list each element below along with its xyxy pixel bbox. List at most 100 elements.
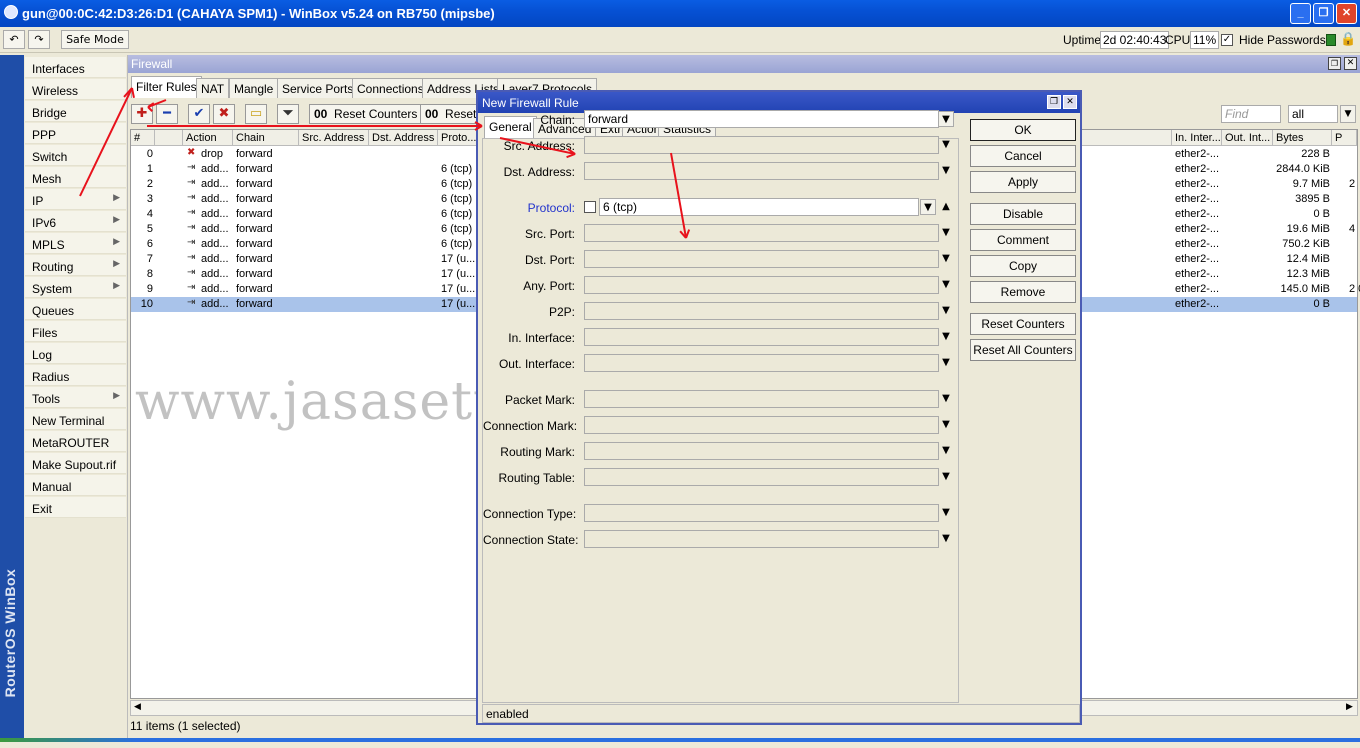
filter-select[interactable]: all: [1288, 105, 1338, 123]
connection-mark-dropdown-icon[interactable]: ▼: [938, 417, 954, 433]
hide-passwords-checkbox[interactable]: ✓: [1221, 34, 1233, 46]
tab-filter-rules[interactable]: Filter Rules: [131, 76, 202, 98]
sidebar-item[interactable]: Routing ▶: [25, 255, 126, 276]
connection-state-dropdown-icon[interactable]: ▼: [938, 531, 954, 547]
close-button[interactable]: ✕: [1336, 3, 1357, 24]
sidebar-item[interactable]: Log: [25, 343, 126, 364]
collapse-up-icon[interactable]: ▲: [938, 199, 954, 215]
chain-dropdown-icon[interactable]: ▼: [938, 111, 954, 127]
routing-mark-dropdown-icon[interactable]: ▼: [938, 443, 954, 459]
src-port-dropdown-icon[interactable]: ▼: [938, 225, 954, 241]
tab-service-ports[interactable]: Service Ports: [277, 78, 359, 98]
column-header[interactable]: Src. Address: [299, 130, 369, 146]
filter-icon[interactable]: ⏷: [277, 104, 299, 124]
reset-counters-button[interactable]: Reset Counters: [970, 313, 1076, 335]
src-address-input[interactable]: [584, 136, 939, 154]
sidebar-item[interactable]: MPLS ▶: [25, 233, 126, 254]
comment-icon[interactable]: ▭: [245, 104, 267, 124]
disable-icon[interactable]: ✖: [213, 104, 235, 124]
sidebar-item[interactable]: Manual: [25, 475, 126, 496]
dst-port-input[interactable]: [584, 250, 939, 268]
cancel-button[interactable]: Cancel: [970, 145, 1076, 167]
restore-icon[interactable]: ❐: [1328, 57, 1341, 70]
src-address-dropdown-icon[interactable]: ▼: [938, 137, 954, 153]
column-header[interactable]: Bytes: [1273, 130, 1332, 146]
sidebar-item[interactable]: Make Supout.rif: [25, 453, 126, 474]
column-header[interactable]: #: [131, 130, 155, 146]
sidebar-item[interactable]: New Terminal: [25, 409, 126, 430]
tab-nat[interactable]: NAT: [196, 78, 230, 98]
ok-button[interactable]: OK: [970, 119, 1076, 141]
src-port-input[interactable]: [584, 224, 939, 242]
column-header[interactable]: Action: [183, 130, 233, 146]
filter-dropdown-icon[interactable]: ▼: [1340, 105, 1356, 123]
sidebar-item[interactable]: IP ▶: [25, 189, 126, 210]
connection-mark-input[interactable]: [584, 416, 939, 434]
dst-address-dropdown-icon[interactable]: ▼: [938, 163, 954, 179]
any-port-input[interactable]: [584, 276, 939, 294]
sidebar-item[interactable]: Mesh: [25, 167, 126, 188]
scroll-right-icon[interactable]: ▶: [1346, 702, 1353, 712]
find-input[interactable]: Find: [1221, 105, 1281, 123]
undo-icon[interactable]: ↶: [3, 30, 25, 49]
routing-table-dropdown-icon[interactable]: ▼: [938, 469, 954, 485]
column-header[interactable]: Dst. Address: [369, 130, 438, 146]
tab-mangle[interactable]: Mangle: [229, 78, 279, 98]
connection-type-input[interactable]: [584, 504, 939, 522]
p2p-input[interactable]: [584, 302, 939, 320]
chain-input[interactable]: forward: [584, 110, 939, 128]
sidebar-item[interactable]: MetaROUTER: [25, 431, 126, 452]
out-interface-dropdown-icon[interactable]: ▼: [938, 355, 954, 371]
sidebar-item[interactable]: Tools ▶: [25, 387, 126, 408]
sidebar-item[interactable]: Bridge: [25, 101, 126, 122]
remove-icon[interactable]: ━: [156, 104, 178, 124]
out-interface-input[interactable]: [584, 354, 939, 372]
protocol-dropdown-icon[interactable]: ▼: [920, 199, 936, 215]
routing-mark-input[interactable]: [584, 442, 939, 460]
remove-button[interactable]: Remove: [970, 281, 1076, 303]
column-header[interactable]: Proto...: [438, 130, 478, 146]
any-port-dropdown-icon[interactable]: ▼: [938, 277, 954, 293]
protocol-negate-checkbox[interactable]: [584, 201, 596, 213]
dst-address-input[interactable]: [584, 162, 939, 180]
sidebar-item[interactable]: System ▶: [25, 277, 126, 298]
dst-port-dropdown-icon[interactable]: ▼: [938, 251, 954, 267]
close-icon[interactable]: ✕: [1344, 57, 1357, 70]
reset-all-counters-button[interactable]: 00 Reset: [420, 104, 480, 124]
sidebar-item[interactable]: IPv6 ▶: [25, 211, 126, 232]
sidebar-item[interactable]: Queues: [25, 299, 126, 320]
apply-button[interactable]: Apply: [970, 171, 1076, 193]
dialog-close-icon[interactable]: ✕: [1063, 95, 1077, 109]
disable-button[interactable]: Disable: [970, 203, 1076, 225]
scroll-left-icon[interactable]: ◀: [134, 702, 141, 712]
connection-type-dropdown-icon[interactable]: ▼: [938, 505, 954, 521]
minimize-button[interactable]: _: [1290, 3, 1311, 24]
in-interface-dropdown-icon[interactable]: ▼: [938, 329, 954, 345]
in-interface-input[interactable]: [584, 328, 939, 346]
reset-all-counters-button[interactable]: Reset All Counters: [970, 339, 1076, 361]
connection-state-input[interactable]: [584, 530, 939, 548]
sidebar-item[interactable]: Exit: [25, 497, 126, 518]
sidebar-item[interactable]: Radius: [25, 365, 126, 386]
redo-icon[interactable]: ↷: [28, 30, 50, 49]
tab-connections[interactable]: Connections: [352, 78, 429, 98]
protocol-select[interactable]: 6 (tcp): [599, 198, 919, 216]
packet-mark-input[interactable]: [584, 390, 939, 408]
sidebar-item[interactable]: Switch: [25, 145, 126, 166]
column-header[interactable]: Out. Int...: [1222, 130, 1273, 146]
column-header[interactable]: P: [1332, 130, 1357, 146]
sidebar-item[interactable]: Interfaces: [25, 57, 126, 78]
safe-mode-button[interactable]: Safe Mode: [61, 30, 129, 49]
sidebar-item[interactable]: Files: [25, 321, 126, 342]
maximize-button[interactable]: ❐: [1313, 3, 1334, 24]
enable-icon[interactable]: ✔: [188, 104, 210, 124]
sidebar-item[interactable]: Wireless: [25, 79, 126, 100]
packet-mark-dropdown-icon[interactable]: ▼: [938, 391, 954, 407]
copy-button[interactable]: Copy: [970, 255, 1076, 277]
reset-counters-button[interactable]: 00 Reset Counters: [309, 104, 423, 124]
column-header[interactable]: [155, 130, 183, 146]
routing-table-input[interactable]: [584, 468, 939, 486]
comment-button[interactable]: Comment: [970, 229, 1076, 251]
dialog-restore-icon[interactable]: ❐: [1047, 95, 1061, 109]
column-header[interactable]: Chain: [233, 130, 299, 146]
